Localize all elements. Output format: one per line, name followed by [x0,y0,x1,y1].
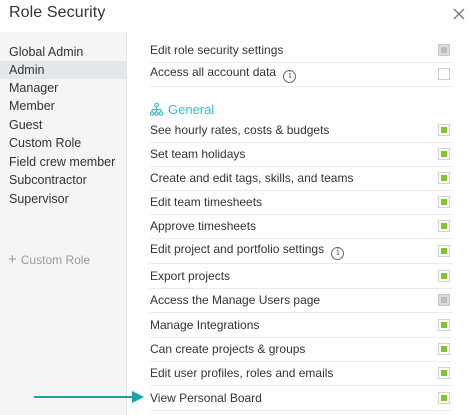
permission-checkbox[interactable] [438,343,450,355]
close-icon[interactable] [449,4,469,24]
permission-label: Edit user profiles, roles and emails [150,366,334,380]
permission-label: Set team holidays [150,147,246,161]
permission-row: Approve timesheets [150,214,452,239]
permission-checkbox[interactable] [438,270,450,282]
permission-checkbox[interactable] [438,392,450,404]
permission-row: See hourly rates, costs & budgets [150,118,452,143]
section-header-general: General [150,100,214,118]
role-sidebar: Global Admin Admin Manager Member Guest … [0,32,127,415]
role-item-guest[interactable]: Guest [0,116,126,134]
role-item-admin[interactable]: Admin [0,61,126,79]
role-item-manager[interactable]: Manager [0,79,126,97]
permission-label: Edit project and portfolio settings [150,242,325,256]
permissions-panel: Edit role security settings Access all a… [127,32,470,415]
role-item-global-admin[interactable]: Global Admin [0,43,126,61]
role-item-subcontractor[interactable]: Subcontractor [0,171,126,189]
permission-label: Approve timesheets [150,219,257,233]
dialog-header: Role Security [0,0,470,32]
permission-row: Edit role security settings [150,38,452,63]
permission-row: Access all account data i [150,62,452,87]
pointer-arrow-icon [34,391,144,403]
info-icon[interactable]: i [283,70,297,83]
add-custom-role-button[interactable]: + Custom Role [8,251,90,269]
permission-row: View Personal Board [150,386,452,411]
permission-row: Access the Manage Users page [150,288,452,313]
permission-label: Access the Manage Users page [150,293,321,307]
permission-row: Edit project and portfolio settings i [150,239,452,264]
permission-checkbox[interactable] [438,367,450,379]
permission-row: Edit user profiles, roles and emails [150,361,452,386]
permission-checkbox[interactable] [438,220,450,232]
hierarchy-icon [150,102,163,116]
permission-label: Edit team timesheets [150,195,263,209]
permission-label: Manage Integrations [150,318,260,332]
permission-checkbox[interactable] [438,172,450,184]
permission-checkbox[interactable] [438,196,450,208]
add-custom-role-label: Custom Role [20,253,91,267]
role-item-custom-role[interactable]: Custom Role [0,134,126,152]
role-item-supervisor[interactable]: Supervisor [0,190,126,208]
permission-label: See hourly rates, costs & budgets [150,123,330,137]
permission-checkbox[interactable] [438,68,450,80]
permission-row: Export projects [150,264,452,289]
permission-checkbox[interactable] [438,124,450,136]
permission-row: Create and edit tags, skills, and teams [150,166,452,191]
plus-icon: + [8,251,17,268]
permission-row: Edit team timesheets [150,190,452,215]
permission-row: Set team holidays [150,142,452,167]
permission-row: Can create projects & groups [150,337,452,362]
permission-row: Manage Integrations [150,313,452,338]
dialog-title: Role Security [9,4,106,21]
permission-checkbox[interactable] [438,245,450,257]
section-title: General [168,101,215,117]
role-item-member[interactable]: Member [0,97,126,115]
info-icon[interactable]: i [331,247,345,260]
permission-label: Create and edit tags, skills, and teams [150,171,354,185]
permission-label: Can create projects & groups [150,342,306,356]
permission-checkbox[interactable] [438,44,450,56]
role-item-field-crew-member[interactable]: Field crew member [0,153,126,171]
permission-label: Access all account data [150,65,277,79]
permission-checkbox[interactable] [438,148,450,160]
permission-label: View Personal Board [150,391,262,405]
permission-checkbox[interactable] [438,319,450,331]
permission-label: Edit role security settings [150,43,284,57]
permission-label: Export projects [150,269,231,283]
permission-checkbox[interactable] [438,294,450,306]
